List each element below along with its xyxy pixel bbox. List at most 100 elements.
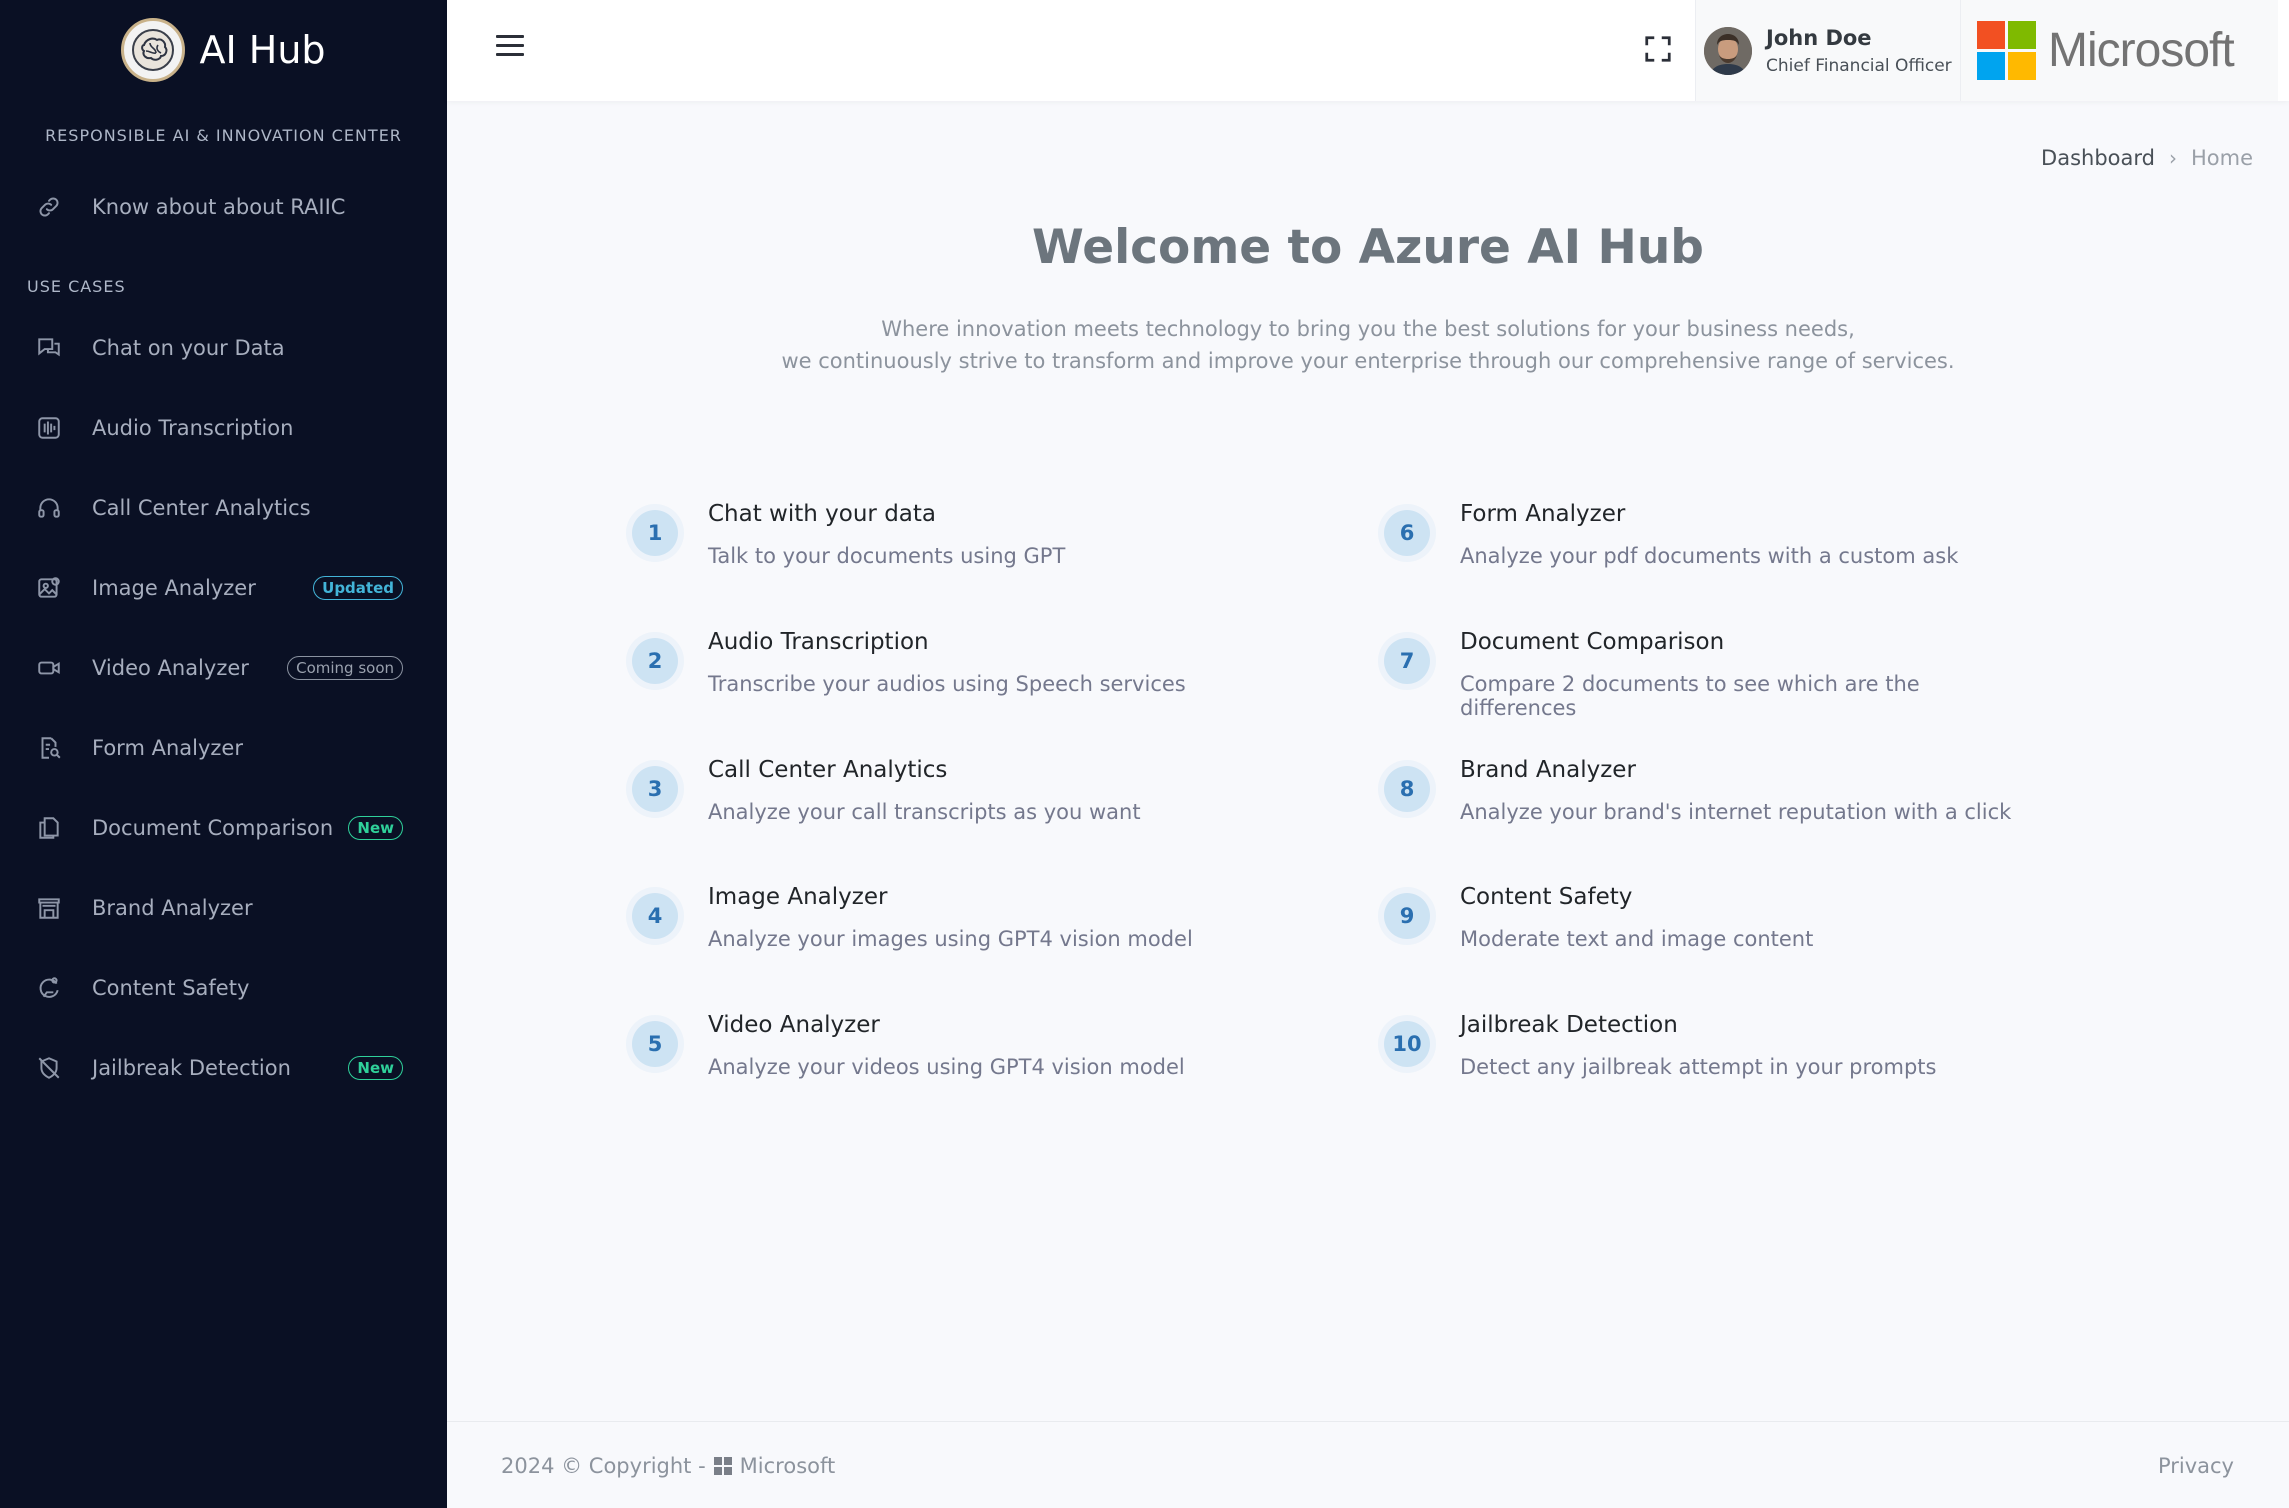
use-cases-nav: Chat on your Data Audio Transcription Ca… — [0, 308, 447, 1108]
use-case-title: Call Center Analytics — [708, 757, 948, 783]
sidebar-item-label: Jailbreak Detection — [92, 1056, 291, 1080]
use-case-number: 1 — [632, 510, 678, 556]
form-icon — [36, 735, 62, 761]
store-icon — [36, 895, 62, 921]
use-case-item[interactable]: 6 Form Analyzer Analyze your pdf document… — [1384, 501, 1959, 568]
sidebar-item-label: Video Analyzer — [92, 656, 249, 680]
sidebar-item-audio[interactable]: Audio Transcription — [0, 388, 447, 468]
coming-soon-badge: Coming soon — [287, 656, 403, 680]
sidebar-item-label: Image Analyzer — [92, 576, 256, 600]
fullscreen-icon[interactable] — [1643, 34, 1673, 64]
sidebar-item-image-analyzer[interactable]: Image Analyzer Updated — [0, 548, 447, 628]
microsoft-logo-icon — [1977, 21, 2036, 80]
safety-icon — [36, 975, 62, 1001]
breadcrumb: Dashboard › Home — [2041, 146, 2253, 170]
company-name: Microsoft — [2048, 24, 2235, 77]
breadcrumb-dashboard[interactable]: Dashboard — [2041, 146, 2155, 170]
sidebar-item-label: Document Comparison — [92, 816, 334, 840]
user-name: John Doe — [1766, 25, 1872, 50]
use-case-title: Brand Analyzer — [1460, 757, 1636, 783]
user-menu[interactable]: John Doe Chief Financial Officer — [1695, 0, 1960, 101]
sidebar-item-label: Chat on your Data — [92, 336, 285, 360]
page-subtitle: Where innovation meets technology to bri… — [447, 313, 2289, 377]
use-case-desc: Moderate text and image content — [1460, 927, 1814, 951]
shield-off-icon — [36, 1055, 62, 1081]
use-case-desc: Detect any jailbreak attempt in your pro… — [1460, 1055, 1937, 1079]
sidebar-item-label: Call Center Analytics — [92, 496, 311, 520]
user-role: Chief Financial Officer — [1766, 55, 1952, 76]
sidebar-item-content-safety[interactable]: Content Safety — [0, 948, 447, 1028]
use-case-title: Document Comparison — [1460, 629, 1725, 655]
sidebar-item-label: Content Safety — [92, 976, 250, 1000]
sidebar-item-label: Know about about RAIIC — [92, 195, 346, 219]
new-badge: New — [348, 816, 403, 840]
use-case-desc: Talk to your documents using GPT — [708, 544, 1066, 568]
copyright-text: 2024 © Copyright - — [501, 1454, 706, 1478]
subtitle-line: Where innovation meets technology to bri… — [881, 317, 1855, 341]
use-case-number: 8 — [1384, 766, 1430, 812]
sidebar-item-video-analyzer[interactable]: Video Analyzer Coming soon — [0, 628, 447, 708]
copyright: 2024 © Copyright - Microsoft — [501, 1454, 835, 1478]
sidebar-item-document-comparison[interactable]: Document Comparison New — [0, 788, 447, 868]
use-case-number: 6 — [1384, 510, 1430, 556]
breadcrumb-current: Home — [2190, 146, 2253, 170]
privacy-link[interactable]: Privacy — [2158, 1454, 2234, 1478]
sidebar-item-chat[interactable]: Chat on your Data — [0, 308, 447, 388]
footer-company: Microsoft — [739, 1454, 836, 1478]
footer: 2024 © Copyright - Microsoft Privacy — [447, 1421, 2289, 1508]
use-case-number: 5 — [632, 1021, 678, 1067]
use-case-title: Audio Transcription — [708, 629, 929, 655]
sidebar: AI Hub RESPONSIBLE AI & INNOVATION CENTE… — [0, 0, 447, 1508]
headset-icon — [36, 495, 62, 521]
use-case-item[interactable]: 7 Document Comparison Compare 2 documents… — [1384, 629, 2012, 720]
use-case-desc: Analyze your brand's internet reputation… — [1460, 800, 2012, 824]
use-case-title: Content Safety — [1460, 884, 1633, 910]
chat-icon — [36, 335, 62, 361]
updated-badge: Updated — [313, 576, 403, 600]
use-case-number: 3 — [632, 766, 678, 812]
sidebar-item-form-analyzer[interactable]: Form Analyzer — [0, 708, 447, 788]
brain-logo-icon — [121, 18, 186, 82]
use-case-item[interactable]: 3 Call Center Analytics Analyze your call… — [632, 757, 1141, 824]
use-case-desc: Analyze your images using GPT4 vision mo… — [708, 927, 1193, 951]
use-case-desc: Compare 2 documents to see which are the… — [1460, 672, 1920, 720]
video-icon — [36, 655, 62, 681]
audio-icon — [36, 415, 62, 441]
use-case-number: 10 — [1384, 1021, 1430, 1067]
topbar: John Doe Chief Financial Officer Microso… — [447, 0, 2289, 101]
link-icon — [36, 194, 62, 220]
sidebar-item-brand-analyzer[interactable]: Brand Analyzer — [0, 868, 447, 948]
use-case-desc: Analyze your call transcripts as you wan… — [708, 800, 1141, 824]
use-case-item[interactable]: 1 Chat with your data Talk to your docume… — [632, 501, 1066, 568]
use-cases-heading: USE CASES — [27, 277, 126, 296]
avatar — [1704, 26, 1752, 75]
documents-icon — [36, 815, 62, 841]
brand-name: AI Hub — [199, 28, 326, 72]
sidebar-subtitle: RESPONSIBLE AI & INNOVATION CENTER — [45, 126, 402, 145]
windows-logo-icon — [713, 1457, 732, 1475]
brand[interactable]: AI Hub — [0, 0, 447, 100]
use-case-item[interactable]: 8 Brand Analyzer Analyze your brand's int… — [1384, 757, 2012, 824]
hamburger-menu-icon[interactable] — [496, 35, 524, 59]
chevron-right-icon: › — [2168, 146, 2177, 170]
use-case-desc: Analyze your pdf documents with a custom… — [1460, 544, 1959, 568]
use-case-item[interactable]: 9 Content Safety Moderate text and image … — [1384, 884, 1814, 951]
use-case-number: 4 — [632, 893, 678, 939]
use-case-item[interactable]: 4 Image Analyzer Analyze your images usin… — [632, 884, 1193, 951]
sidebar-item-call-center[interactable]: Call Center Analytics — [0, 468, 447, 548]
use-case-title: Video Analyzer — [708, 1012, 880, 1038]
use-case-title: Form Analyzer — [1460, 501, 1626, 527]
company-logo: Microsoft — [1960, 0, 2278, 101]
use-case-title: Chat with your data — [708, 501, 937, 527]
sidebar-item-jailbreak-detection[interactable]: Jailbreak Detection New — [0, 1028, 447, 1108]
use-case-item[interactable]: 10 Jailbreak Detection Detect any jailbre… — [1384, 1012, 1937, 1079]
use-case-item[interactable]: 5 Video Analyzer Analyze your videos usin… — [632, 1012, 1185, 1079]
sidebar-item-about[interactable]: Know about about RAIIC — [0, 167, 447, 247]
sidebar-item-label: Audio Transcription — [92, 416, 294, 440]
image-icon — [36, 575, 62, 601]
use-case-title: Image Analyzer — [708, 884, 888, 910]
use-case-number: 9 — [1384, 893, 1430, 939]
use-case-desc: Transcribe your audios using Speech serv… — [708, 672, 1186, 696]
subtitle-line: we continuously strive to transform and … — [781, 349, 1955, 373]
use-case-item[interactable]: 2 Audio Transcription Transcribe your aud… — [632, 629, 1186, 696]
